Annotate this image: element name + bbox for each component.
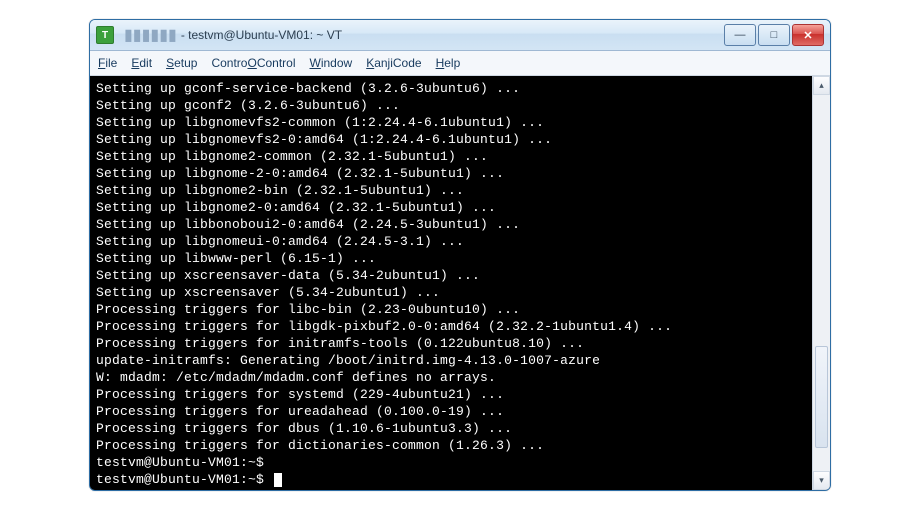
terminal-area: Setting up gconf-service-backend (3.2.6-… [90,76,830,490]
terminal-line: Setting up libgnome2-common (2.32.1-5ubu… [96,148,806,165]
terminal-line: testvm@Ubuntu-VM01:~$ [96,471,806,488]
terminal-line: Setting up libgnomeui-0:amd64 (2.24.5-3.… [96,233,806,250]
terminal-line: Setting up gconf-service-backend (3.2.6-… [96,80,806,97]
terminal-line: Processing triggers for initramfs-tools … [96,335,806,352]
terminal-line: Setting up libgnomevfs2-common (1:2.24.4… [96,114,806,131]
scroll-down-button[interactable]: ▾ [813,471,830,490]
menu-file[interactable]: File [98,56,117,70]
titlebar[interactable]: T ▮▮▮▮▮▮ - testvm@Ubuntu-VM01: ~ VT — □ … [90,20,830,51]
terminal-line: Setting up libgnome-2-0:amd64 (2.32.1-5u… [96,165,806,182]
maximize-button[interactable]: □ [758,24,790,46]
app-window: T ▮▮▮▮▮▮ - testvm@Ubuntu-VM01: ~ VT — □ … [89,19,831,491]
app-icon: T [96,26,114,44]
terminal-line: W: mdadm: /etc/mdadm/mdadm.conf defines … [96,369,806,386]
terminal-line: Setting up xscreensaver-data (5.34-2ubun… [96,267,806,284]
scrollbar-thumb[interactable] [815,346,828,448]
window-controls: — □ ✕ [724,24,824,46]
menu-setup[interactable]: Setup [166,56,197,70]
vertical-scrollbar[interactable]: ▴ ▾ [812,76,830,490]
terminal-line: Processing triggers for libc-bin (2.23-0… [96,301,806,318]
terminal-line: Setting up libgnome2-0:amd64 (2.32.1-5ub… [96,199,806,216]
menu-control[interactable]: ControOControl [211,56,295,70]
terminal-line: Setting up libgnomevfs2-0:amd64 (1:2.24.… [96,131,806,148]
terminal-line: Setting up gconf2 (3.2.6-3ubuntu6) ... [96,97,806,114]
terminal-line: Processing triggers for ureadahead (0.10… [96,403,806,420]
terminal-line: testvm@Ubuntu-VM01:~$ [96,454,806,471]
menu-help[interactable]: Help [436,56,461,70]
terminal-output[interactable]: Setting up gconf-service-backend (3.2.6-… [90,76,812,490]
terminal-line: Processing triggers for systemd (229-4ub… [96,386,806,403]
title-blank: ▮▮▮▮▮▮ [124,25,177,45]
menu-kanjicode[interactable]: KanjiCode [366,56,421,70]
terminal-line: Processing triggers for libgdk-pixbuf2.0… [96,318,806,335]
cursor [274,473,282,487]
close-button[interactable]: ✕ [792,24,824,46]
terminal-line: Processing triggers for dbus (1.10.6-1ub… [96,420,806,437]
terminal-line: Setting up libgnome2-bin (2.32.1-5ubuntu… [96,182,806,199]
minimize-button[interactable]: — [724,24,756,46]
window-title: - testvm@Ubuntu-VM01: ~ VT [181,28,342,42]
menu-edit[interactable]: Edit [131,56,152,70]
terminal-line: Setting up xscreensaver (5.34-2ubuntu1) … [96,284,806,301]
terminal-line: Processing triggers for dictionaries-com… [96,437,806,454]
terminal-line: Setting up libbonoboui2-0:amd64 (2.24.5-… [96,216,806,233]
menu-window[interactable]: Window [310,56,353,70]
terminal-line: update-initramfs: Generating /boot/initr… [96,352,806,369]
terminal-line: Setting up libwww-perl (6.15-1) ... [96,250,806,267]
scroll-up-button[interactable]: ▴ [813,76,830,95]
menubar: File Edit Setup ControOControl Window Ka… [90,51,830,76]
